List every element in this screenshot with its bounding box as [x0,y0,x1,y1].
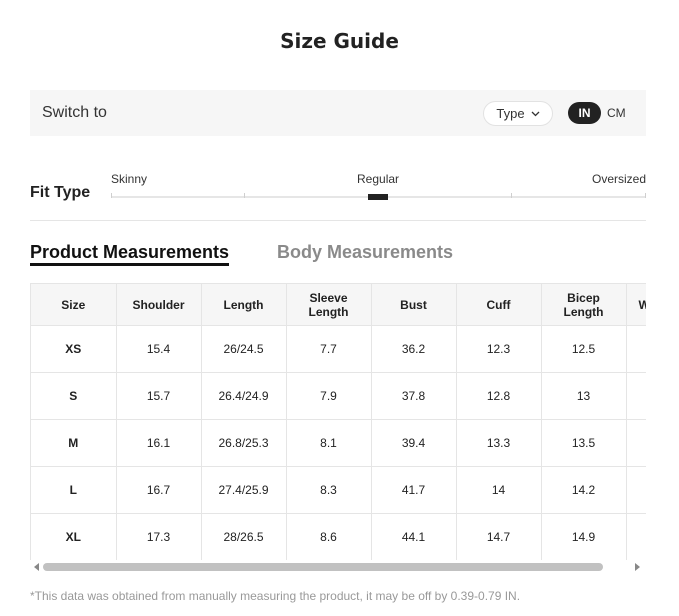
table-cell: 17.3 [115,513,202,560]
table-cell: 44.1 [370,513,457,560]
table-cell: 41.7 [370,466,457,514]
table-row: XL 17.3 28/26.5 8.6 44.1 14.7 14.9 [31,513,646,560]
table-cell: 12.5 [540,325,627,373]
table-cell [625,419,646,467]
column-header-size: Size [31,283,117,326]
table-cell: 7.7 [285,325,372,373]
type-dropdown-label: Type [496,106,525,121]
table-cell [625,372,646,420]
table-cell: 13.3 [455,419,542,467]
table-cell-size: M [31,419,117,467]
fit-scale-tick [511,193,512,198]
table-cell: 13.5 [540,419,627,467]
table-cell: 14.9 [540,513,627,560]
table-cell: 14 [455,466,542,514]
table-cell [625,325,646,373]
column-header-bicep-length: Bicep Length [540,283,627,326]
table-cell: 8.6 [285,513,372,560]
column-header-w: W [625,283,646,326]
table-cell: 13 [540,372,627,420]
table-cell: 7.9 [285,372,372,420]
table-cell: 15.7 [115,372,202,420]
table-row: S 15.7 26.4/24.9 7.9 37.8 12.8 13 [31,372,646,420]
measurement-footnote: *This data was obtained from manually me… [30,589,521,603]
active-tab-underline [30,263,229,266]
table-cell: 8.1 [285,419,372,467]
fit-type-label: Fit Type [30,184,91,201]
table-cell: 12.3 [455,325,542,373]
fit-scale-marker [368,194,388,200]
table-row: XS 15.4 26/24.5 7.7 36.2 12.3 12.5 [31,325,646,373]
table-cell: 39.4 [370,419,457,467]
switch-label: Switch to [42,104,107,121]
column-header-bust: Bust [370,283,457,326]
table-row: M 16.1 26.8/25.3 8.1 39.4 13.3 13.5 [31,419,646,467]
table-cell: 12.8 [455,372,542,420]
unit-in-button[interactable]: IN [568,102,601,124]
fit-option-oversized: Oversized [592,172,647,186]
table-cell: 8.3 [285,466,372,514]
column-header-shoulder: Shoulder [115,283,202,326]
table-cell: 27.4/25.9 [200,466,287,514]
horizontal-scrollbar[interactable] [30,560,646,574]
table-cell [625,513,646,560]
table-cell: 16.7 [115,466,202,514]
unit-toggle: IN CM [568,102,626,124]
scroll-left-arrow-icon[interactable] [34,563,39,571]
tab-body-measurements[interactable]: Body Measurements [277,242,453,263]
table-cell [625,466,646,514]
table-cell: 14.7 [455,513,542,560]
tab-product-measurements[interactable]: Product Measurements [30,242,229,263]
table-cell: 26/24.5 [200,325,287,373]
table-cell: 16.1 [115,419,202,467]
table-cell: 28/26.5 [200,513,287,560]
table-cell: 14.2 [540,466,627,514]
column-header-sleeve-length: Sleeve Length [285,283,372,326]
table-cell: 26.4/24.9 [200,372,287,420]
measurements-table-container[interactable]: Size Shoulder Length Sleeve Length Bust … [30,283,646,560]
table-cell: 37.8 [370,372,457,420]
table-cell: 15.4 [115,325,202,373]
table-cell-size: L [31,466,117,514]
column-header-cuff: Cuff [455,283,542,326]
fit-scale-tick [244,193,245,198]
fit-scale-tick [111,193,112,198]
fit-scale-tick [645,193,646,198]
unit-switch-bar: Switch to Type IN CM [30,90,646,136]
table-cell-size: XL [31,513,117,560]
fit-option-regular: Regular [357,172,400,186]
unit-cm-button[interactable]: CM [607,106,626,120]
column-header-length: Length [200,283,287,326]
section-divider [30,220,646,221]
table-cell: 26.8/25.3 [200,419,287,467]
table-cell: 36.2 [370,325,457,373]
measurements-table: Size Shoulder Length Sleeve Length Bust … [31,283,646,560]
scrollbar-thumb[interactable] [43,563,603,571]
page-title: Size Guide [280,29,399,53]
chevron-down-icon [531,111,540,116]
table-cell-size: S [31,372,117,420]
table-row: L 16.7 27.4/25.9 8.3 41.7 14 14.2 [31,466,646,514]
scroll-right-arrow-icon[interactable] [635,563,640,571]
fit-option-skinny: Skinny [111,172,148,186]
type-dropdown-button[interactable]: Type [483,101,553,126]
table-header-row: Size Shoulder Length Sleeve Length Bust … [31,283,646,326]
table-cell-size: XS [31,325,117,373]
